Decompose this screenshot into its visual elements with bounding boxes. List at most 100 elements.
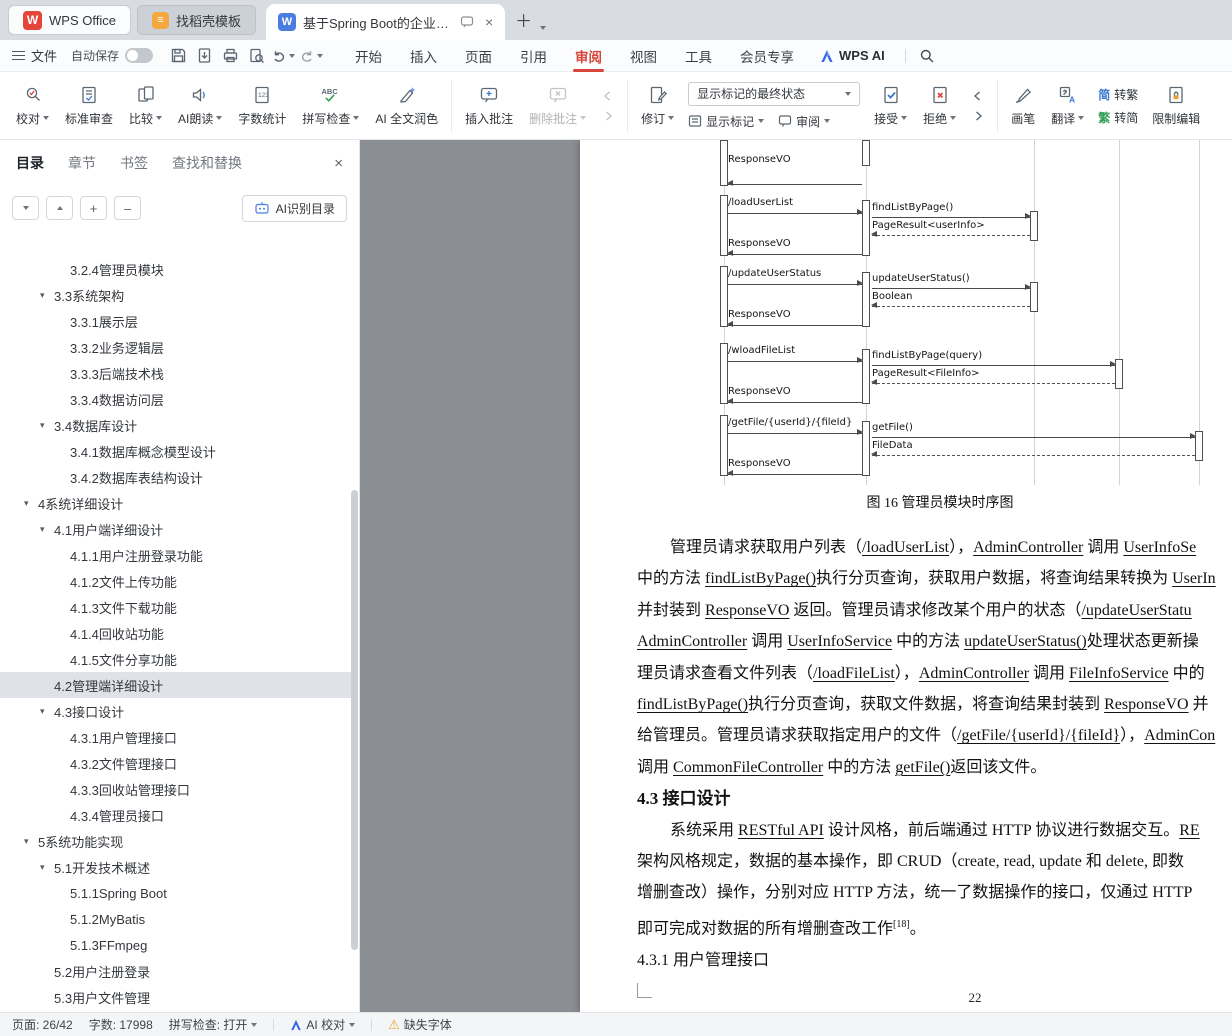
toc-item[interactable]: 3.3.1展示层 bbox=[0, 308, 351, 334]
show-markup-button[interactable]: 显示标记 bbox=[688, 113, 764, 130]
toc-item[interactable]: ▾5系统功能实现 bbox=[0, 828, 351, 854]
sidebar-tab-find-replace[interactable]: 查找和替换 bbox=[172, 153, 242, 173]
document-page[interactable]: ResponseVO /loadUserList findListByPage(… bbox=[580, 140, 1232, 1012]
menu-tab-view[interactable]: 视图 bbox=[616, 40, 671, 72]
toc-item[interactable]: 4.1.1用户注册登录功能 bbox=[0, 542, 351, 568]
toc-collapse-arrow-icon[interactable]: ▾ bbox=[24, 836, 38, 847]
autosave-toggle[interactable] bbox=[125, 48, 153, 63]
spellcheck-status[interactable]: 拼写检查: 打开 bbox=[169, 1016, 258, 1033]
toc-item[interactable]: 4.1.4回收站功能 bbox=[0, 620, 351, 646]
toc-collapse-arrow-icon[interactable]: ▾ bbox=[24, 498, 38, 509]
sidebar-tab-chapters[interactable]: 章节 bbox=[68, 153, 96, 173]
delete-comment-button[interactable]: 删除批注 bbox=[521, 76, 594, 136]
page-indicator[interactable]: 页面: 26/42 bbox=[12, 1016, 73, 1033]
toc-item[interactable]: 4.1.3文件下载功能 bbox=[0, 594, 351, 620]
export-pdf-button[interactable] bbox=[193, 45, 215, 67]
toc-item[interactable]: ▾4.1用户端详细设计 bbox=[0, 516, 351, 542]
to-traditional-button[interactable]: 简 转繁 bbox=[1098, 86, 1138, 103]
expand-all-button[interactable] bbox=[12, 196, 39, 220]
menu-tab-insert[interactable]: 插入 bbox=[396, 40, 451, 72]
toc-item[interactable]: 5.2用户注册登录 bbox=[0, 958, 351, 984]
menu-tab-page[interactable]: 页面 bbox=[451, 40, 506, 72]
word-count-indicator[interactable]: 字数: 17998 bbox=[89, 1016, 153, 1033]
toc-collapse-arrow-icon[interactable]: ▾ bbox=[40, 862, 54, 873]
toc-item[interactable]: ▾4系统详细设计 bbox=[0, 490, 351, 516]
toc-item[interactable]: 3.2.4管理员模块 bbox=[0, 256, 351, 282]
toc-item[interactable]: ▾3.4数据库设计 bbox=[0, 412, 351, 438]
menu-tab-reference[interactable]: 引用 bbox=[506, 40, 561, 72]
tab-list-chevron-icon[interactable] bbox=[540, 26, 546, 30]
toc-collapse-arrow-icon[interactable]: ▾ bbox=[40, 524, 54, 535]
file-menu-button[interactable]: 文件 bbox=[12, 46, 57, 65]
toc-item[interactable]: 4.3.2文件管理接口 bbox=[0, 750, 351, 776]
document-body-text[interactable]: 管理员请求获取用户列表（/loadUserList），AdminControll… bbox=[637, 532, 1232, 976]
tab-docer-templates[interactable]: ≡ 找稻壳模板 bbox=[137, 5, 256, 35]
collapse-all-button[interactable] bbox=[46, 196, 73, 220]
search-button[interactable] bbox=[916, 45, 938, 67]
ai-read-button[interactable]: AI朗读 bbox=[170, 76, 230, 136]
toc-item[interactable]: 4.2管理端详细设计 bbox=[0, 672, 351, 698]
toc-item[interactable]: 4.3.1用户管理接口 bbox=[0, 724, 351, 750]
menu-tab-member[interactable]: 会员专享 bbox=[726, 40, 808, 72]
toc-item[interactable]: 4.1.2文件上传功能 bbox=[0, 568, 351, 594]
toc-item[interactable]: ▾5.1开发技术概述 bbox=[0, 854, 351, 880]
previous-comment-button[interactable] bbox=[598, 88, 618, 103]
toc-collapse-arrow-icon[interactable]: ▾ bbox=[40, 290, 54, 301]
toc-item[interactable]: 3.4.1数据库概念模型设计 bbox=[0, 438, 351, 464]
tab-document[interactable]: W 基于Spring Boot的企业网盘 × bbox=[266, 4, 505, 40]
toc-item[interactable]: 5.1.2MyBatis bbox=[0, 906, 351, 932]
proofread-button[interactable]: 校对 bbox=[8, 76, 57, 136]
ai-polish-button[interactable]: AI 全文润色 bbox=[367, 76, 446, 136]
close-sidebar-icon[interactable]: × bbox=[334, 155, 343, 172]
toc-collapse-arrow-icon[interactable]: ▾ bbox=[40, 706, 54, 717]
toc-item[interactable]: ▾3.3系统架构 bbox=[0, 282, 351, 308]
zoom-out-outline-button[interactable]: – bbox=[114, 196, 141, 220]
restrict-editing-button[interactable]: 限制编辑 bbox=[1144, 76, 1208, 136]
accept-change-button[interactable]: 接受 bbox=[866, 76, 915, 136]
menu-tab-start[interactable]: 开始 bbox=[341, 40, 396, 72]
toc-collapse-arrow-icon[interactable]: ▾ bbox=[40, 420, 54, 431]
sidebar-tab-contents[interactable]: 目录 bbox=[16, 153, 44, 173]
ink-brush-button[interactable]: 画笔 bbox=[1003, 76, 1043, 136]
previous-change-button[interactable] bbox=[968, 88, 988, 103]
next-change-button[interactable] bbox=[968, 108, 988, 123]
wps-ai-button[interactable]: WPS AI bbox=[808, 48, 897, 63]
track-changes-button[interactable]: 修订 bbox=[633, 76, 682, 136]
insert-comment-button[interactable]: 插入批注 bbox=[457, 76, 521, 136]
undo-control[interactable] bbox=[271, 48, 295, 64]
compare-button[interactable]: 比较 bbox=[121, 76, 170, 136]
zoom-in-outline-button[interactable]: + bbox=[80, 196, 107, 220]
next-comment-button[interactable] bbox=[598, 108, 618, 123]
save-button[interactable] bbox=[167, 45, 189, 67]
document-canvas[interactable]: ResponseVO /loadUserList findListByPage(… bbox=[360, 140, 1232, 1012]
ai-proofread-status[interactable]: AI 校对 bbox=[290, 1016, 355, 1033]
standard-review-button[interactable]: 标准审查 bbox=[57, 76, 121, 136]
print-button[interactable] bbox=[219, 45, 241, 67]
toc-item[interactable]: 4.3.4管理员接口 bbox=[0, 802, 351, 828]
sidebar-scrollbar[interactable] bbox=[351, 490, 358, 950]
toc-item[interactable]: 3.3.4数据访问层 bbox=[0, 386, 351, 412]
toc-item[interactable]: 5.1.3FFmpeg bbox=[0, 932, 351, 958]
markup-state-dropdown[interactable]: 显示标记的最终状态 bbox=[688, 82, 860, 106]
spell-check-button[interactable]: ABC 拼写检查 bbox=[294, 76, 367, 136]
redo-control[interactable] bbox=[299, 48, 323, 64]
to-simplified-button[interactable]: 繁 转简 bbox=[1098, 109, 1138, 126]
toc-item[interactable]: 3.3.3后端技术栈 bbox=[0, 360, 351, 386]
reject-change-button[interactable]: 拒绝 bbox=[915, 76, 964, 136]
toc-item[interactable]: ▾4.3接口设计 bbox=[0, 698, 351, 724]
toc-item[interactable]: 4.3.3回收站管理接口 bbox=[0, 776, 351, 802]
toc-item[interactable]: 3.4.2数据库表结构设计 bbox=[0, 464, 351, 490]
menu-tab-tools[interactable]: 工具 bbox=[671, 40, 726, 72]
toc-item[interactable]: 5.3用户文件管理 bbox=[0, 984, 351, 1010]
menu-tab-review[interactable]: 审阅 bbox=[561, 40, 616, 72]
translate-button[interactable]: A 翻译 bbox=[1043, 76, 1092, 136]
ai-recognize-toc-button[interactable]: AI识别目录 bbox=[242, 195, 347, 222]
new-tab-button[interactable]: ＋ bbox=[515, 7, 532, 32]
missing-font-warning[interactable]: ⚠ 缺失字体 bbox=[388, 1016, 452, 1033]
word-count-button[interactable]: 123 字数统计 bbox=[230, 76, 294, 136]
sidebar-tab-bookmarks[interactable]: 书签 bbox=[120, 153, 148, 173]
close-document-icon[interactable]: × bbox=[485, 14, 493, 30]
tab-wps-office[interactable]: W WPS Office bbox=[8, 5, 131, 35]
toc-item[interactable]: 4.1.5文件分享功能 bbox=[0, 646, 351, 672]
print-preview-button[interactable] bbox=[245, 45, 267, 67]
